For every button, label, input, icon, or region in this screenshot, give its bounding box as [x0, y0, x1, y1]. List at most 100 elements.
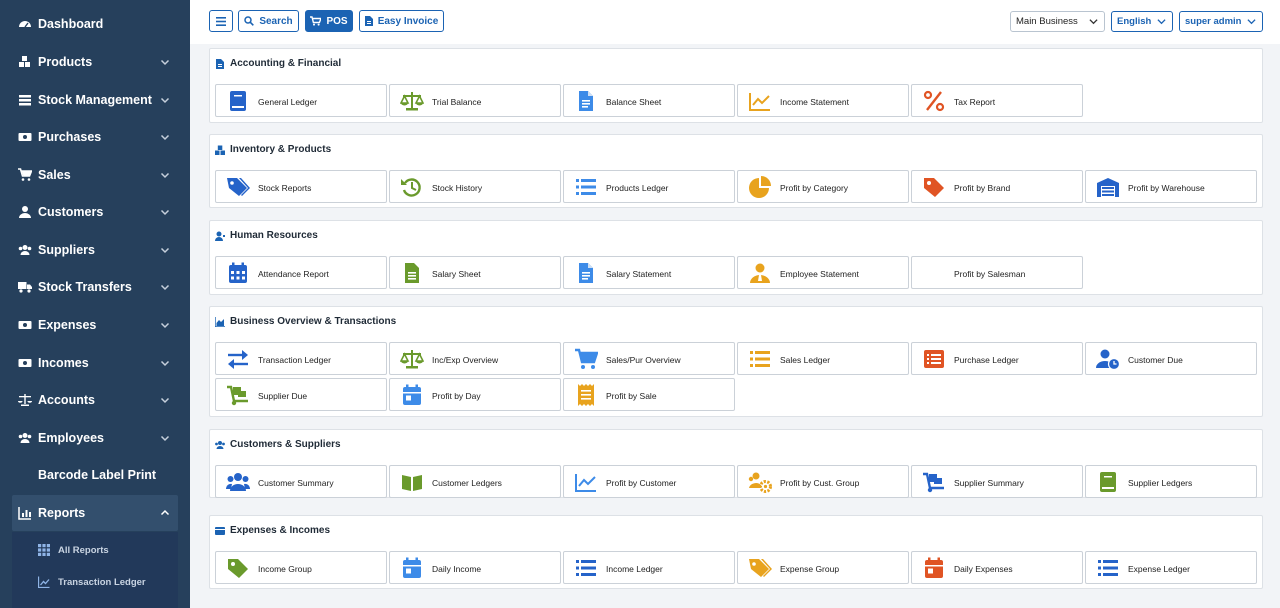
report-card-label: Profit by Warehouse [1128, 183, 1205, 193]
report-card-income-statement[interactable]: Income Statement [737, 84, 909, 117]
sidebar-item-expenses[interactable]: Expenses [0, 307, 190, 343]
file-icon [216, 58, 224, 69]
report-card-label: Profit by Category [780, 183, 849, 193]
report-card-profit-by-brand[interactable]: Profit by Brand [911, 170, 1083, 203]
report-card-daily-income[interactable]: Daily Income [389, 551, 561, 584]
report-card-profit-by-warehouse[interactable]: Profit by Warehouse [1085, 170, 1257, 203]
report-card-income-ledger[interactable]: Income Ledger [563, 551, 735, 584]
report-card-label: Supplier Ledgers [1128, 478, 1193, 488]
report-card-salary-sheet[interactable]: Salary Sheet [389, 256, 561, 289]
report-card-products-ledger[interactable]: Products Ledger [563, 170, 735, 203]
report-card-label: Balance Sheet [606, 97, 662, 107]
report-card-balance-sheet[interactable]: Balance Sheet [563, 84, 735, 117]
report-card-daily-expenses[interactable]: Daily Expenses [911, 551, 1083, 584]
chevron-down-icon [160, 209, 170, 216]
scale-icon [400, 350, 424, 369]
sidebar: Dashboard Products Stock Management Purchas… [0, 0, 190, 608]
sidebar-item-stock-transfers[interactable]: Stock Transfers [0, 269, 190, 305]
report-card-supplier-ledgers[interactable]: Supplier Ledgers [1085, 465, 1257, 498]
dolly-icon [923, 472, 944, 493]
report-card-label: Employee Statement [780, 269, 859, 279]
sidebar-item-accounts[interactable]: Accounts [0, 382, 190, 418]
sidebar-item-customers[interactable]: Customers [0, 194, 190, 230]
report-card-label: Income Statement [780, 97, 849, 107]
report-card-expense-ledger[interactable]: Expense Ledger [1085, 551, 1257, 584]
document-icon [579, 263, 593, 283]
report-card-inc-exp-overview[interactable]: Inc/Exp Overview [389, 342, 561, 375]
report-section-accounting-financial: Accounting & Financial General Ledger Tria… [209, 48, 1263, 123]
sidebar-item-suppliers[interactable]: Suppliers [0, 232, 190, 268]
sidebar-item-employees[interactable]: Employees [0, 420, 190, 456]
history-icon [401, 178, 421, 197]
user-menu[interactable]: super admin [1179, 11, 1263, 32]
report-card-employee-statement[interactable]: Employee Statement [737, 256, 909, 289]
report-card-stock-reports[interactable]: Stock Reports [215, 170, 387, 203]
menu-toggle-button[interactable] [209, 10, 233, 32]
business-select[interactable]: Main Business [1010, 11, 1105, 32]
easy-invoice-button[interactable]: Easy Invoice [359, 10, 444, 32]
sidebar-item-barcode-label-print[interactable]: Barcode Label Print [0, 457, 190, 493]
chevron-down-icon [160, 435, 170, 442]
report-card-sales-pur-overview[interactable]: Sales/Pur Overview [563, 342, 735, 375]
report-card-profit-by-salesman[interactable]: Profit by Salesman [911, 256, 1083, 289]
report-card-income-group[interactable]: Income Group [215, 551, 387, 584]
report-card-purchase-ledger[interactable]: Purchase Ledger [911, 342, 1083, 375]
chevron-down-icon [1247, 19, 1256, 25]
report-card-customer-ledgers[interactable]: Customer Ledgers [389, 465, 561, 498]
report-card-supplier-due[interactable]: Supplier Due [215, 378, 387, 411]
sidebar-item-reports[interactable]: Reports [12, 495, 178, 531]
dashboard-icon [19, 21, 31, 28]
sidebar-item-products[interactable]: Products [0, 44, 190, 80]
sidebar-item-label: Stock Transfers [38, 280, 132, 294]
report-card-label: Profit by Salesman [954, 269, 1026, 279]
report-card-label: Daily Income [432, 564, 482, 574]
chevron-down-icon [160, 134, 170, 141]
submenu-item-transaction-ledger[interactable]: Transaction Ledger [12, 570, 178, 594]
sidebar-item-label: Stock Management [38, 93, 152, 107]
sidebar-item-sales[interactable]: Sales [0, 157, 190, 193]
report-card-attendance-report[interactable]: Attendance Report [215, 256, 387, 289]
sidebar-item-dashboard[interactable]: Dashboard [0, 6, 190, 42]
report-card-supplier-summary[interactable]: Supplier Summary [911, 465, 1083, 498]
user-icon [215, 231, 225, 241]
report-card-salary-statement[interactable]: Salary Statement [563, 256, 735, 289]
report-card-expense-group[interactable]: Expense Group [737, 551, 909, 584]
submenu-item-all-reports[interactable]: All Reports [12, 538, 178, 562]
report-card-profit-by-customer[interactable]: Profit by Customer [563, 465, 735, 498]
report-card-profit-by-day[interactable]: Profit by Day [389, 378, 561, 411]
report-card-customer-due[interactable]: Customer Due [1085, 342, 1257, 375]
report-card-general-ledger[interactable]: General Ledger [215, 84, 387, 117]
easy-invoice-label: Easy Invoice [377, 15, 439, 27]
chart-icon [18, 507, 31, 520]
report-card-profit-by-sale[interactable]: Profit by Sale [563, 378, 735, 411]
report-card-label: Sales/Pur Overview [606, 355, 681, 365]
search-button[interactable]: Search [238, 10, 299, 32]
chevron-down-icon [160, 397, 170, 404]
report-card-stock-history[interactable]: Stock History [389, 170, 561, 203]
section-title-text: Customers & Suppliers [230, 439, 341, 450]
sidebar-item-incomes[interactable]: Incomes [0, 345, 190, 381]
sidebar-item-purchases[interactable]: Purchases [0, 119, 190, 155]
report-card-tax-report[interactable]: Tax Report [911, 84, 1083, 117]
pos-button[interactable]: POS [305, 10, 353, 32]
report-card-label: Tax Report [954, 97, 996, 107]
scale-icon [18, 394, 32, 406]
report-card-label: Stock History [432, 183, 483, 193]
report-card-trial-balance[interactable]: Trial Balance [389, 84, 561, 117]
chevron-down-icon [160, 360, 170, 367]
scale-icon [400, 92, 424, 111]
report-card-profit-by-cust-group[interactable]: Profit by Cust. Group [737, 465, 909, 498]
report-card-profit-by-category[interactable]: Profit by Category [737, 170, 909, 203]
report-card-transaction-ledger[interactable]: Transaction Ledger [215, 342, 387, 375]
report-card-label: Income Group [258, 564, 312, 574]
calendar-day-icon [403, 557, 421, 578]
report-card-label: Profit by Day [432, 391, 481, 401]
language-select[interactable]: English [1111, 11, 1173, 32]
sidebar-item-stock-management[interactable]: Stock Management [0, 82, 190, 118]
users-icon [215, 440, 225, 449]
chevron-down-icon [160, 322, 170, 329]
file-icon [364, 16, 373, 26]
report-card-sales-ledger[interactable]: Sales Ledger [737, 342, 909, 375]
report-card-customer-summary[interactable]: Customer Summary [215, 465, 387, 498]
calendar-day-icon [925, 557, 943, 578]
